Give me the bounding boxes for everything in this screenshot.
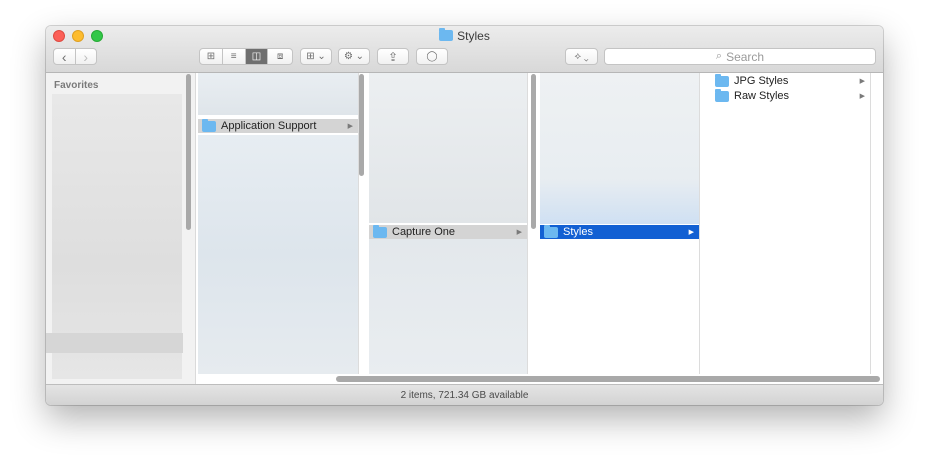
- sidebar-selected-item[interactable]: [46, 333, 183, 353]
- folder-icon: [715, 88, 729, 102]
- folder-icon: [544, 224, 558, 238]
- list-item[interactable]: Application Support ▶: [198, 118, 358, 133]
- status-text: 2 items, 721.34 GB available: [400, 389, 529, 401]
- status-bar: 2 items, 721.34 GB available: [46, 384, 883, 405]
- browser-column-2: Capture One ▶ ıı: [369, 73, 528, 374]
- view-mode-control: ⊞ ≡ ◫ ⧈: [199, 48, 293, 65]
- item-label: Raw Styles: [734, 90, 790, 102]
- search-field[interactable]: ⌕ Search: [604, 48, 876, 65]
- browser-column-3: Styles ▶ ıı: [540, 73, 700, 374]
- column-view-button[interactable]: ◫: [245, 49, 269, 64]
- folder-icon: [202, 118, 216, 132]
- tags-button[interactable]: ◯: [416, 48, 448, 65]
- disclosure-arrow-icon: ▶: [347, 123, 353, 130]
- column-1-scrollbar[interactable]: [359, 74, 364, 176]
- blurred-items: [198, 73, 358, 115]
- gallery-view-button[interactable]: ⧈: [268, 49, 292, 64]
- arrange-button[interactable]: ⊞ ⌄: [300, 48, 332, 65]
- disclosure-arrow-icon: ▶: [688, 229, 694, 236]
- blurred-items: [369, 73, 527, 223]
- list-item[interactable]: JPG Styles ▶: [711, 73, 870, 88]
- folder-icon: [715, 73, 729, 87]
- column-browser: Favorites Application Support ▶ Capture …: [46, 73, 883, 384]
- item-label: Capture One: [392, 226, 455, 238]
- browser-column-1: Application Support ▶: [198, 73, 359, 374]
- item-label: Application Support: [221, 120, 317, 132]
- sidebar-scrollbar[interactable]: [186, 74, 191, 230]
- title-bar: Styles ‹ › ⊞ ≡ ◫ ⧈ ⊞ ⌄ ⚙ ⌄ ⇪ ◯ ⟡ ⌄ ⌕ Sea…: [46, 26, 883, 73]
- finder-window: Styles ‹ › ⊞ ≡ ◫ ⧈ ⊞ ⌄ ⚙ ⌄ ⇪ ◯ ⟡ ⌄ ⌕ Sea…: [46, 26, 883, 405]
- blurred-items: [369, 239, 527, 374]
- blurred-items: [198, 135, 358, 374]
- disclosure-arrow-icon: ▶: [516, 229, 522, 236]
- list-item[interactable]: Styles ▶: [540, 224, 699, 239]
- dropbox-button[interactable]: ⟡ ⌄: [565, 48, 598, 65]
- blurred-items: [540, 73, 699, 224]
- folder-icon: [373, 224, 387, 238]
- action-gear-button[interactable]: ⚙ ⌄: [338, 48, 370, 65]
- list-item[interactable]: Capture One ▶: [369, 224, 527, 239]
- item-label: Styles: [563, 226, 593, 238]
- disclosure-arrow-icon: ▶: [859, 78, 865, 85]
- folder-icon: [439, 28, 454, 41]
- window-title: Styles: [457, 29, 490, 43]
- list-item[interactable]: Raw Styles ▶: [711, 88, 870, 103]
- item-label: JPG Styles: [734, 75, 789, 87]
- window-title-container: Styles: [46, 28, 883, 43]
- list-view-button[interactable]: ≡: [223, 49, 246, 64]
- browser-column-4: JPG Styles ▶ Raw Styles ▶ ıı: [711, 73, 871, 374]
- forward-button[interactable]: ›: [76, 49, 97, 64]
- horizontal-scrollbar[interactable]: [336, 376, 880, 382]
- sidebar-heading-favorites: Favorites: [54, 80, 99, 91]
- search-icon: ⌕: [715, 50, 723, 62]
- disclosure-arrow-icon: ▶: [859, 93, 865, 100]
- sidebar: Favorites: [46, 73, 196, 384]
- share-button[interactable]: ⇪: [377, 48, 409, 65]
- search-placeholder: Search: [726, 49, 765, 64]
- back-button[interactable]: ‹: [54, 49, 76, 64]
- column-2-scrollbar[interactable]: [531, 74, 536, 229]
- icon-view-button[interactable]: ⊞: [200, 49, 223, 64]
- back-forward-control: ‹ ›: [53, 48, 97, 65]
